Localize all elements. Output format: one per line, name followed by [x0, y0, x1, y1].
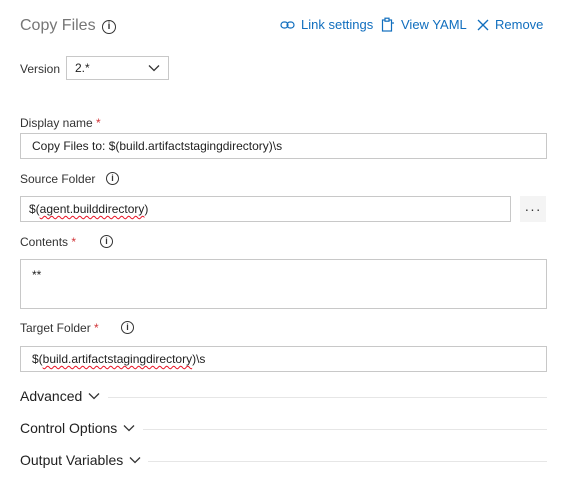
- info-icon[interactable]: i: [102, 20, 116, 34]
- divider: [108, 397, 547, 398]
- info-icon[interactable]: i: [121, 321, 134, 334]
- link-icon: [280, 20, 295, 29]
- required-marker: *: [96, 116, 101, 130]
- version-label: Version: [20, 62, 61, 76]
- display-name-input[interactable]: Copy Files to: $(build.artifactstagingdi…: [20, 133, 547, 159]
- contents-textarea[interactable]: **: [20, 259, 547, 309]
- divider: [143, 429, 547, 430]
- source-folder-label: Source Folder: [20, 172, 96, 186]
- task-title: Copy Files: [20, 17, 96, 34]
- browse-button[interactable]: ···: [520, 196, 546, 222]
- remove-label: Remove: [495, 17, 544, 32]
- view-yaml-label: View YAML: [401, 17, 467, 32]
- info-icon[interactable]: i: [106, 172, 119, 185]
- required-marker: *: [94, 321, 99, 335]
- source-folder-input[interactable]: $(agent.builddirectory): [20, 196, 511, 222]
- version-select[interactable]: 2.*: [66, 56, 169, 80]
- output-variables-section-toggle[interactable]: Output Variables: [20, 452, 141, 468]
- version-value: 2.*: [75, 61, 90, 75]
- display-name-label: Display name *: [20, 116, 101, 130]
- view-yaml-button[interactable]: View YAML: [381, 17, 467, 32]
- divider: [148, 461, 547, 462]
- chevron-down-icon: [148, 65, 160, 72]
- contents-label: Contents *: [20, 235, 77, 249]
- link-settings-button[interactable]: Link settings: [280, 17, 373, 32]
- misspelled-text: build.artifactstagingdirectory: [42, 352, 193, 366]
- control-options-section-toggle[interactable]: Control Options: [20, 420, 135, 436]
- remove-button[interactable]: Remove: [477, 17, 543, 32]
- chevron-down-icon: [123, 425, 135, 432]
- chevron-down-icon: [129, 457, 141, 464]
- target-folder-label: Target Folder *: [20, 321, 99, 335]
- link-settings-label: Link settings: [301, 17, 374, 32]
- advanced-section-toggle[interactable]: Advanced: [20, 388, 100, 404]
- chevron-down-icon: [88, 393, 100, 400]
- required-marker: *: [71, 235, 77, 249]
- target-folder-input[interactable]: $(build.artifactstagingdirectory)\s: [20, 346, 547, 372]
- close-icon: [477, 19, 489, 30]
- info-icon[interactable]: i: [100, 235, 113, 248]
- clipboard-icon: [381, 17, 394, 32]
- misspelled-text: agent.builddirectory: [39, 202, 145, 216]
